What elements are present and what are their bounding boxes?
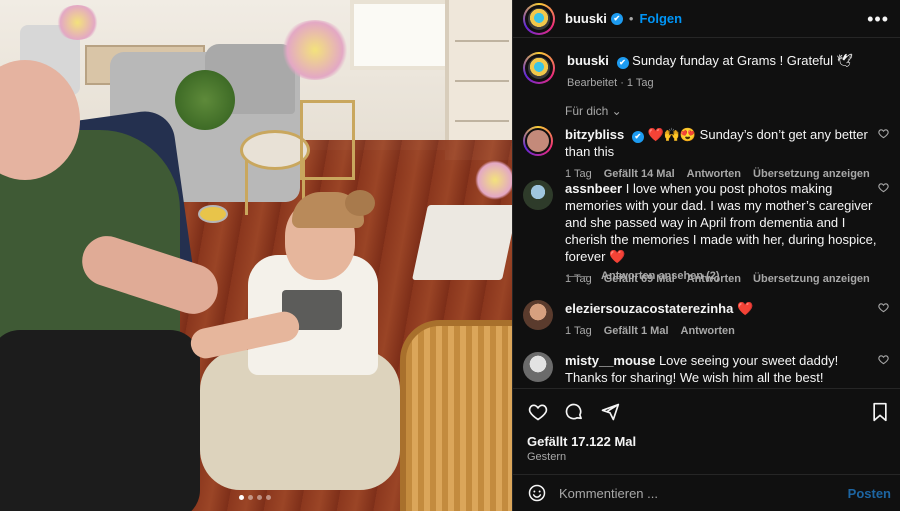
flowers	[55, 5, 100, 40]
comment-icon[interactable]	[563, 401, 585, 423]
commenter-username[interactable]: assnbeer	[565, 181, 622, 196]
for-you-dropdown[interactable]: Für dich ⌄	[565, 104, 622, 118]
verified-icon: ✔	[610, 12, 623, 25]
avatar-image	[525, 128, 551, 154]
bookmark-icon[interactable]	[869, 401, 891, 423]
separator-dot: •	[628, 11, 634, 26]
translate-button[interactable]: Übersetzung anzeigen	[753, 271, 870, 288]
commenter-avatar[interactable]	[523, 352, 553, 382]
flowers	[280, 20, 350, 80]
comment-body: eleziersouzacostaterezinha ❤️ 1 Tag Gefä…	[565, 300, 877, 340]
woman-hair-bun	[345, 190, 375, 216]
comment-time: 1 Tag	[565, 325, 592, 337]
reply-button[interactable]: Antworten	[681, 323, 735, 340]
instagram-post-view: buuski ✔ • Folgen ••• buuski ✔ Sunday fu…	[0, 0, 900, 511]
carousel-dot[interactable]	[239, 495, 244, 500]
post-actions-bar: Gefällt 17.122 Mal Gestern	[513, 388, 900, 478]
avatar-ring-inner	[525, 54, 553, 82]
post-caption: buuski ✔ Sunday funday at Grams ! Gratef…	[523, 52, 893, 92]
comments-scroll[interactable]: buuski ✔ Sunday funday at Grams ! Gratef…	[513, 38, 900, 388]
bar-cart	[300, 100, 355, 180]
avatar-image	[528, 57, 550, 79]
verified-icon: ✔	[631, 130, 644, 143]
heart-icon[interactable]	[878, 182, 889, 196]
post-button[interactable]: Posten	[848, 486, 891, 501]
man-pants	[0, 330, 200, 511]
commenter-avatar[interactable]	[523, 126, 553, 156]
author-username[interactable]: buuski	[565, 11, 607, 26]
post-panel: buuski ✔ • Folgen ••• buuski ✔ Sunday fu…	[512, 0, 900, 511]
tray	[198, 205, 228, 223]
comment-body: bitzybliss ✔ ❤️🙌😍 Sunday’s don’t get any…	[565, 126, 877, 183]
comment-item: eleziersouzacostaterezinha ❤️ 1 Tag Gefä…	[523, 300, 893, 340]
commenter-username[interactable]: eleziersouzacostaterezinha	[565, 301, 733, 316]
carousel-dot[interactable]	[257, 495, 262, 500]
author-avatar[interactable]	[523, 2, 555, 35]
verified-icon: ✔	[616, 56, 629, 69]
commenter-username[interactable]: bitzybliss	[565, 127, 624, 142]
heart-icon[interactable]	[878, 302, 889, 316]
heart-icon[interactable]	[527, 401, 549, 423]
comment-item: misty__mouse Love seeing your sweet dadd…	[523, 352, 893, 386]
carousel-dot[interactable]	[266, 495, 271, 500]
window	[350, 0, 460, 70]
commenter-avatar[interactable]	[523, 300, 553, 330]
action-icons	[527, 401, 621, 423]
flowers	[475, 160, 512, 200]
comment-input[interactable]	[559, 485, 839, 501]
comment-body: misty__mouse Love seeing your sweet dadd…	[565, 352, 877, 386]
plant	[175, 70, 235, 130]
view-replies-button[interactable]: Antworten ansehen (2)	[567, 270, 720, 282]
cabinet-shelf	[455, 40, 509, 42]
commenter-avatar[interactable]	[523, 180, 553, 210]
heart-icon[interactable]	[878, 128, 889, 142]
avatar-ring-inner	[525, 4, 553, 33]
caption-text-block: buuski ✔ Sunday funday at Grams ! Gratef…	[567, 52, 853, 92]
comment-item: bitzybliss ✔ ❤️🙌😍 Sunday’s don’t get any…	[523, 126, 893, 183]
comment-text: ❤️	[736, 301, 754, 316]
glass-cabinet	[445, 0, 512, 160]
caption-username[interactable]: buuski	[567, 53, 609, 68]
replies-divider	[567, 275, 589, 277]
wicker-chair	[400, 320, 512, 511]
post-date: Gestern	[527, 451, 567, 463]
commenter-username[interactable]: misty__mouse	[565, 353, 655, 368]
carousel-dots	[239, 495, 271, 500]
caption-avatar[interactable]	[523, 52, 555, 84]
follow-button[interactable]: Folgen	[639, 11, 682, 26]
share-icon[interactable]	[599, 401, 621, 423]
heart-icon[interactable]	[878, 354, 889, 368]
carousel-dot[interactable]	[248, 495, 253, 500]
emoji-icon[interactable]	[527, 483, 547, 503]
post-header: buuski ✔ • Folgen •••	[513, 0, 900, 38]
post-photo[interactable]	[0, 0, 512, 511]
cabinet-shelf	[455, 80, 509, 82]
cabinet-shelf	[455, 120, 509, 122]
comment-composer: Posten	[513, 474, 900, 511]
comment-likes[interactable]: Gefällt 1 Mal	[604, 323, 669, 340]
caption-meta: Bearbeitet · 1 Tag	[567, 77, 654, 89]
comment-actions: 1 Tag Gefällt 1 Mal Antworten	[565, 323, 877, 340]
view-replies-label: Antworten ansehen (2)	[601, 270, 720, 282]
caption-text: Sunday funday at Grams ! Grateful 🕊	[632, 53, 854, 68]
more-icon[interactable]: •••	[867, 9, 889, 30]
rug	[412, 205, 512, 280]
avatar-image	[528, 7, 550, 30]
likes-count[interactable]: Gefällt 17.122 Mal	[527, 434, 636, 449]
